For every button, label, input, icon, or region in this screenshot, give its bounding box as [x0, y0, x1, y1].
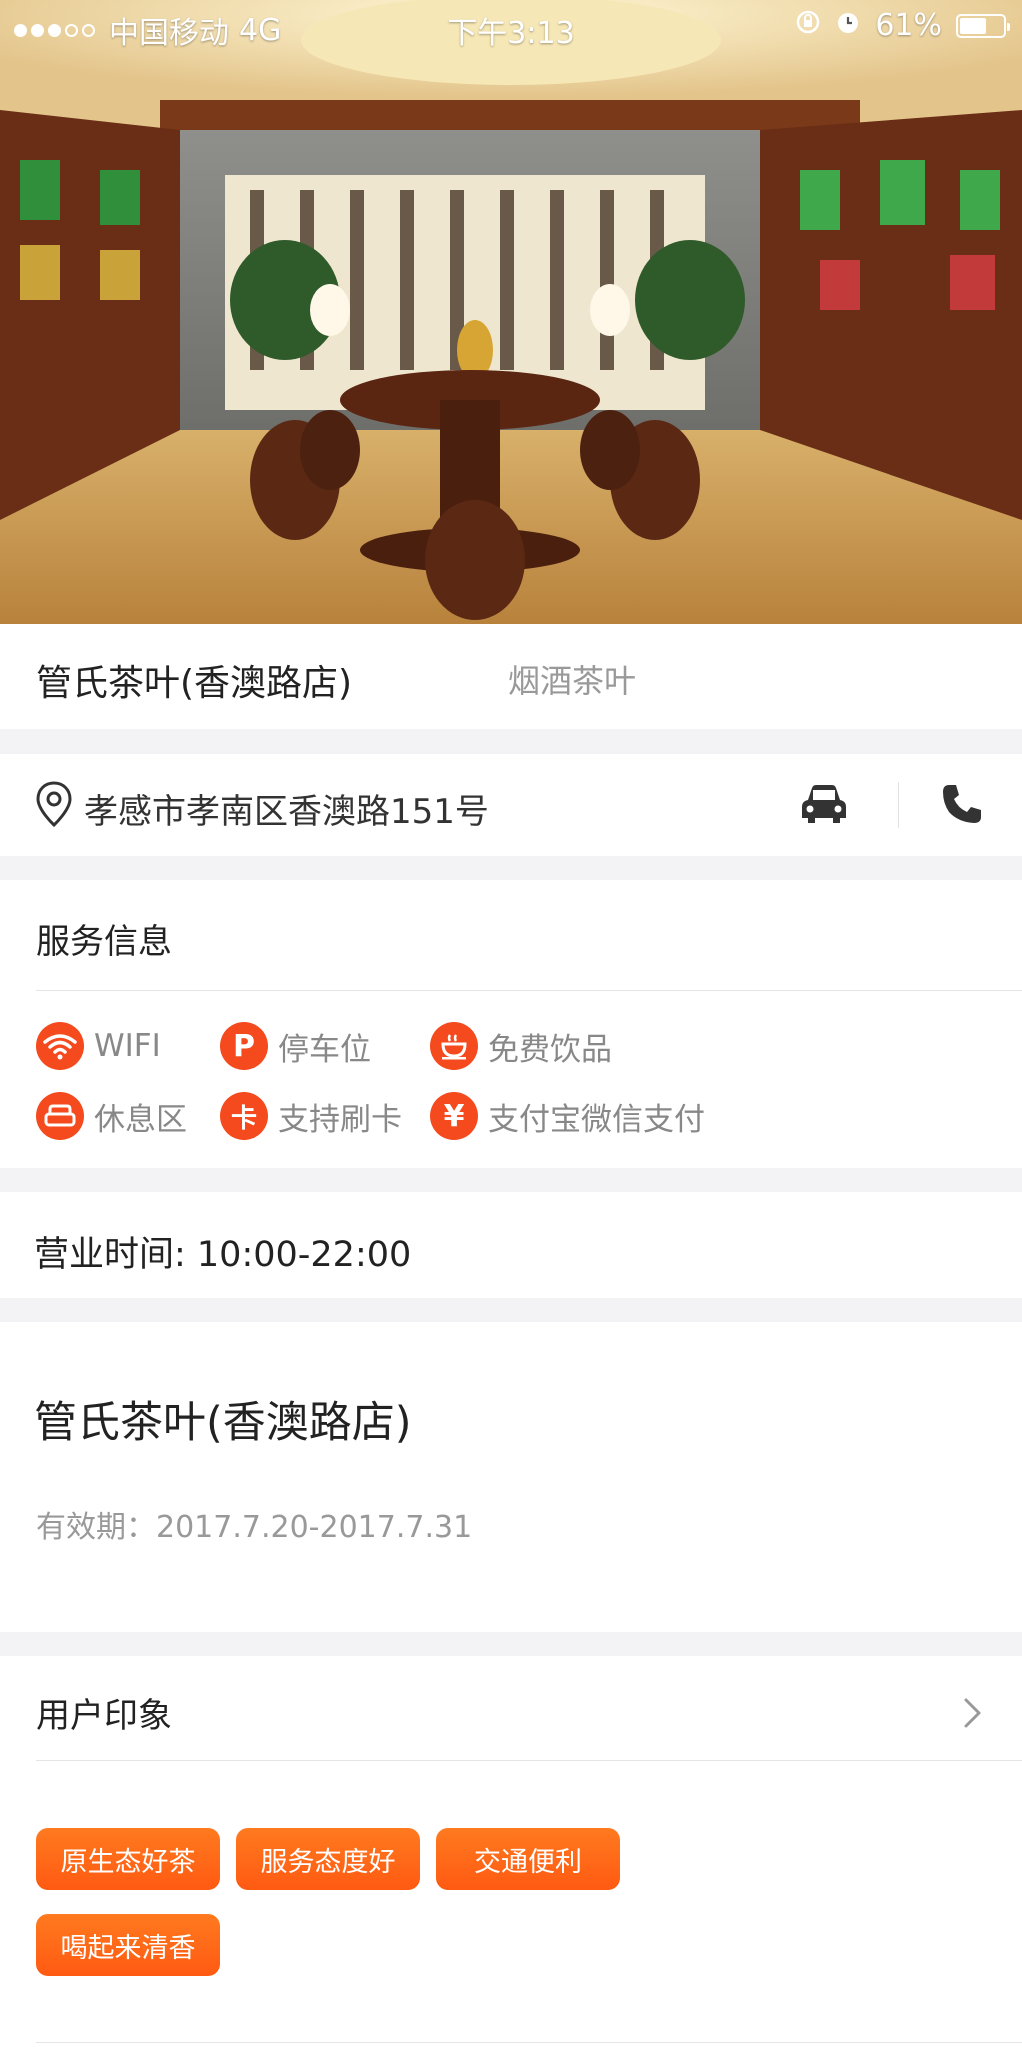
service-card-payment: 卡 支持刷卡	[220, 1092, 402, 1140]
service-free-drinks: 免费饮品	[430, 1022, 612, 1070]
rotation-lock-icon	[795, 8, 821, 43]
shop-name: 管氏茶叶(香澳路店)	[36, 663, 353, 704]
impression-tag[interactable]: 喝起来清香	[36, 1914, 220, 1976]
battery-icon	[956, 13, 1010, 38]
battery-percent: 61%	[875, 8, 942, 43]
user-impressions-section: 用户印象 原生态好茶 服务态度好 交通便利 喝起来清香	[0, 1656, 1022, 2048]
shop-header: 管氏茶叶(香澳路店) 烟酒茶叶	[0, 624, 1022, 729]
coupon-title: 管氏茶叶(香澳路店)	[34, 1398, 412, 1448]
business-hours: 营业时间: 10:00-22:00	[34, 1235, 412, 1275]
shop-address: 孝感市孝南区香澳路151号	[84, 792, 489, 832]
alarm-icon	[835, 8, 861, 43]
user-impressions-title: 用户印象	[36, 1696, 172, 1736]
service-label: 免费饮品	[488, 1031, 612, 1068]
storefront-photo	[0, 0, 1022, 624]
coupon-card[interactable]: 管氏茶叶(香澳路店) 有效期：2017.7.20-2017.7.31	[0, 1322, 1022, 1632]
divider	[36, 1760, 1022, 1761]
divider	[898, 782, 899, 828]
impression-tag[interactable]: 服务态度好	[236, 1828, 420, 1890]
service-label: 休息区	[94, 1101, 187, 1138]
service-info-section: 服务信息 WIFI P 停车位 免费饮品 休息区 卡 支持刷卡 ¥ 支付宝微信支…	[0, 880, 1022, 1168]
service-label: 支持刷卡	[278, 1101, 402, 1138]
parking-icon: P	[220, 1022, 268, 1070]
status-bar: 中国移动 4G 下午3:13 61%	[0, 0, 1022, 51]
section-divider	[0, 856, 1022, 880]
service-wifi: WIFI	[36, 1022, 161, 1070]
business-hours-row: 营业时间: 10:00-22:00	[0, 1192, 1022, 1298]
map-pin-icon	[34, 780, 74, 832]
divider	[36, 2042, 1022, 2043]
phone-icon[interactable]	[940, 782, 984, 830]
section-divider	[0, 729, 1022, 754]
card-icon: 卡	[220, 1092, 268, 1140]
sofa-icon	[36, 1092, 84, 1140]
section-divider	[0, 1168, 1022, 1192]
car-icon[interactable]	[800, 782, 848, 830]
service-info-title: 服务信息	[36, 922, 172, 962]
coupon-validity: 有效期：2017.7.20-2017.7.31	[36, 1510, 473, 1545]
yuan-icon: ¥	[430, 1092, 478, 1140]
chevron-right-icon[interactable]	[962, 1696, 984, 1734]
section-divider	[0, 1298, 1022, 1322]
service-label: 停车位	[278, 1031, 371, 1068]
service-mobile-payment: ¥ 支付宝微信支付	[430, 1092, 705, 1140]
service-rest-area: 休息区	[36, 1092, 187, 1140]
impression-tag[interactable]: 交通便利	[436, 1828, 620, 1890]
address-row[interactable]: 孝感市孝南区香澳路151号	[0, 754, 1022, 856]
drink-cup-icon	[430, 1022, 478, 1070]
service-label: 支付宝微信支付	[488, 1101, 705, 1138]
impression-tag[interactable]: 原生态好茶	[36, 1828, 220, 1890]
service-parking: P 停车位	[220, 1022, 371, 1070]
divider	[36, 990, 1022, 991]
shop-category: 烟酒茶叶	[508, 662, 637, 700]
section-divider	[0, 1632, 1022, 1656]
wifi-icon	[36, 1022, 84, 1070]
service-label: WIFI	[94, 1028, 161, 1064]
